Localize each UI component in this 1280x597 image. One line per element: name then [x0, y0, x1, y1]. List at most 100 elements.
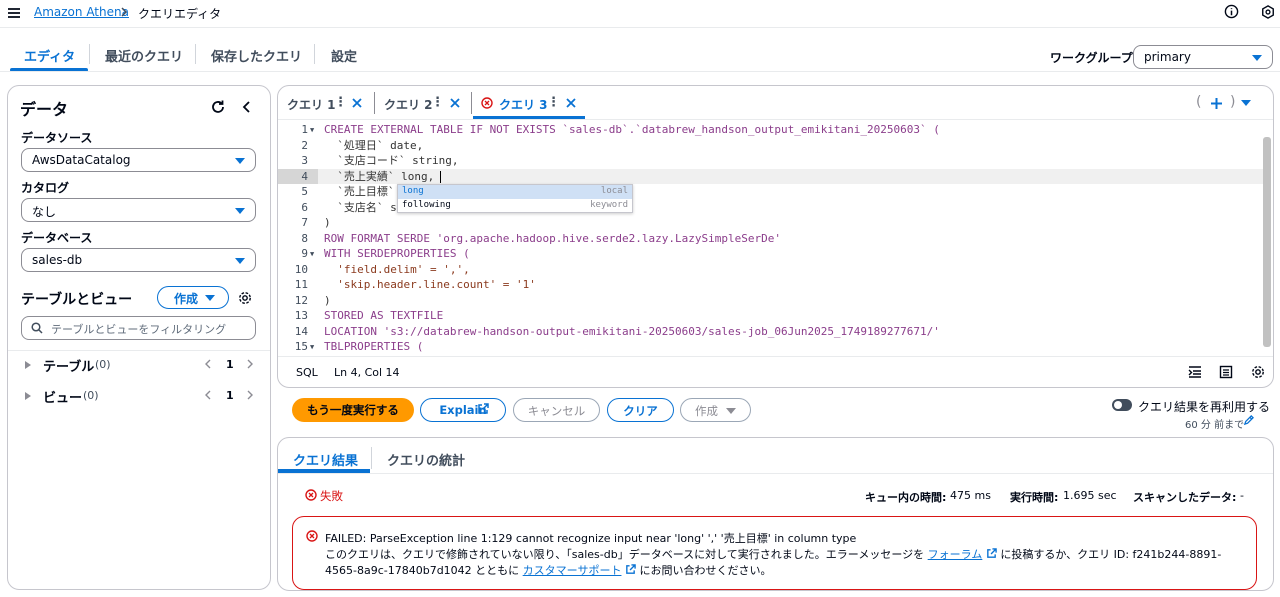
customer-support-link[interactable]: カスタマーサポート: [523, 564, 622, 577]
line-number: 6: [301, 200, 308, 214]
database-select[interactable]: sales-db: [21, 248, 256, 272]
code-line: `売上実績` long,: [324, 169, 435, 183]
code-line: ): [324, 216, 331, 229]
error-icon: [481, 97, 493, 109]
close-icon[interactable]: [449, 97, 461, 109]
caret-down-icon: [726, 408, 736, 414]
data-panel-title: データ: [20, 100, 69, 119]
tab-separator: [374, 92, 375, 114]
chevron-right-icon[interactable]: [247, 390, 254, 400]
tab-editor[interactable]: エディタ: [24, 46, 75, 65]
refresh-icon[interactable]: [210, 99, 226, 115]
more-icon[interactable]: ⋮: [547, 95, 560, 110]
tab-saved-queries[interactable]: 保存したクエリ: [211, 46, 302, 65]
snippet-icon[interactable]: [1219, 365, 1233, 379]
gear-icon[interactable]: [1251, 365, 1265, 379]
editor-language: SQL: [296, 366, 318, 379]
cancel-button[interactable]: キャンセル: [513, 398, 600, 422]
tab-query-stats[interactable]: クエリの統計: [387, 450, 465, 469]
page-number: 1: [226, 389, 234, 402]
code-editor[interactable]: 1 ▼ 2 3 4 5 6 7 8 9 ▼ 10 11 12 13 14 15 …: [278, 122, 1263, 355]
close-icon[interactable]: [351, 97, 363, 109]
collapse-panel-icon[interactable]: [240, 100, 252, 114]
tab-query-results[interactable]: クエリ結果: [293, 450, 358, 469]
settings-icon[interactable]: [1261, 5, 1275, 19]
close-icon[interactable]: [565, 97, 577, 109]
status-failed: 失敗: [320, 489, 343, 503]
status-bar-divider: [278, 356, 1273, 357]
caret-down-icon: [235, 208, 245, 214]
breadcrumb-service-link[interactable]: Amazon Athena: [34, 5, 129, 19]
cursor-position: Ln 4, Col 14: [334, 366, 400, 379]
tab-separator: [314, 44, 315, 64]
run-again-button[interactable]: もう一度実行する: [292, 398, 414, 422]
menu-icon[interactable]: [6, 5, 22, 21]
format-icon[interactable]: [1188, 365, 1202, 379]
create-menu-label: 作成: [695, 404, 718, 418]
tree-item-views[interactable]: ビュー (0): [21, 387, 261, 406]
fold-icon[interactable]: ▼: [310, 340, 314, 356]
catalog-select[interactable]: なし: [21, 198, 256, 222]
code-line: `売上目標`: [324, 185, 402, 198]
query-tab-1[interactable]: クエリ 1: [287, 96, 336, 113]
tree-count: (0): [95, 358, 111, 371]
caret-right-icon: [25, 361, 31, 369]
database-label: データベース: [21, 231, 93, 245]
autocomplete-item[interactable]: long local: [398, 185, 632, 199]
error-message: このクエリは、クエリで修飾されていない限り、「sales-db」データベースに対…: [325, 547, 1240, 579]
line-number: 12: [294, 293, 308, 307]
chevron-right-icon: [121, 7, 128, 17]
caret-down-icon: [205, 295, 215, 301]
create-menu-button[interactable]: 作成: [680, 398, 751, 422]
create-table-button[interactable]: 作成: [157, 286, 229, 309]
fold-icon[interactable]: ▼: [310, 247, 314, 263]
line-number: 14: [294, 324, 308, 338]
tab-separator: [195, 44, 196, 64]
tab-paren-left: (: [1196, 94, 1202, 110]
autocomplete-text: following: [402, 200, 451, 210]
editor-scrollbar[interactable]: [1263, 137, 1271, 347]
more-icon[interactable]: ⋮: [334, 95, 347, 110]
query-tabs-divider: [278, 119, 1273, 120]
filter-placeholder: テーブルとビューをフィルタリング: [51, 323, 227, 336]
tab-settings[interactable]: 設定: [331, 46, 357, 65]
tab-separator: [89, 44, 90, 64]
explain-button[interactable]: Explain: [420, 398, 506, 422]
code-line: ROW FORMAT SERDE 'org.apache.hadoop.hive…: [324, 231, 781, 245]
info-icon[interactable]: [1224, 4, 1239, 19]
gear-icon[interactable]: [238, 291, 252, 305]
external-link-icon: [626, 564, 636, 574]
scanned-label: スキャンしたデータ:: [1133, 491, 1237, 504]
code-line: ): [324, 293, 331, 307]
more-icon[interactable]: ⋮: [431, 95, 444, 110]
autocomplete-item[interactable]: following keyword: [398, 199, 632, 213]
code-line: 'skip.header.line.count' = '1': [324, 278, 536, 291]
chevron-left-icon[interactable]: [204, 390, 211, 400]
error-text: にお問い合わせください。: [639, 564, 772, 577]
catalog-value: なし: [32, 205, 57, 219]
line-number: 13: [294, 309, 308, 322]
line-number: 9: [301, 247, 308, 260]
code-line: CREATE EXTERNAL TABLE IF NOT EXISTS `sal…: [324, 123, 940, 136]
tab-separator: [371, 447, 372, 469]
workgroup-select[interactable]: primary: [1133, 45, 1273, 69]
line-number: 7: [301, 216, 308, 229]
tab-separator: [471, 92, 472, 114]
data-source-select[interactable]: AwsDataCatalog: [21, 148, 256, 172]
query-tab-3[interactable]: クエリ 3: [499, 96, 548, 113]
chevron-right-icon[interactable]: [247, 359, 254, 369]
error-title: FAILED: ParseException line 1:129 cannot…: [325, 532, 857, 545]
tree-item-tables[interactable]: テーブル (0): [21, 356, 261, 375]
clear-button[interactable]: クリア: [607, 398, 674, 422]
autocomplete-text: long: [402, 186, 424, 196]
tab-menu-icon[interactable]: [1241, 100, 1251, 106]
data-source-value: AwsDataCatalog: [32, 153, 131, 167]
tab-recent-queries[interactable]: 最近のクエリ: [105, 46, 183, 65]
workgroup-label: ワークグループ: [1050, 51, 1133, 65]
add-tab-icon[interactable]: [1210, 97, 1223, 110]
query-tab-2[interactable]: クエリ 2: [384, 96, 433, 113]
chevron-left-icon[interactable]: [204, 359, 211, 369]
forum-link[interactable]: フォーラム: [928, 548, 983, 561]
fold-icon[interactable]: ▼: [310, 123, 314, 139]
edit-icon[interactable]: [1243, 415, 1254, 426]
